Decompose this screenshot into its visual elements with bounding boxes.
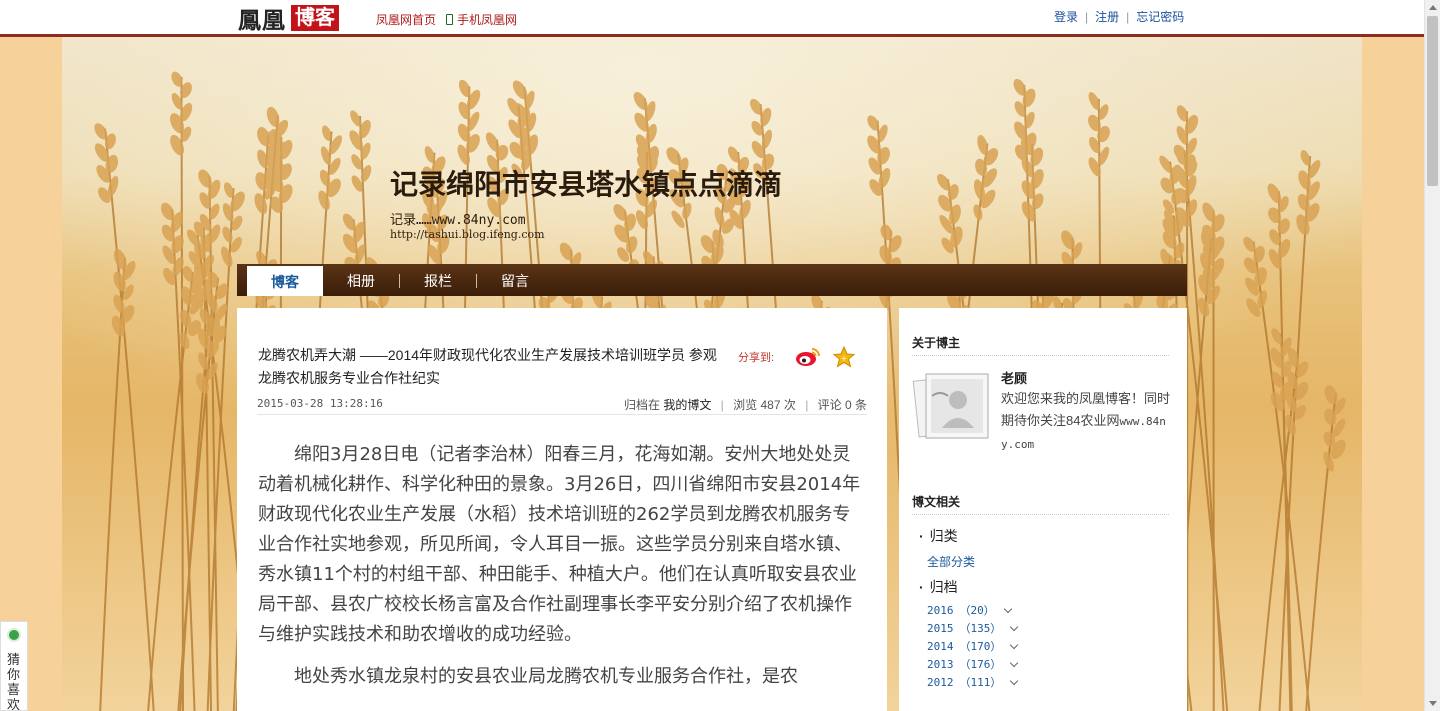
archive-item[interactable]: 2015 （135） [927, 620, 1019, 638]
archive-year: 2015 [927, 622, 954, 635]
article-meta: 2015-03-28 13:28:16 归档在 我的博文 | 浏览 487 次 … [257, 393, 867, 415]
article-paragraph: 地处秀水镇龙泉村的安县农业局龙腾农机专业服务合作社，是农 [294, 666, 798, 687]
register-link[interactable]: 注册 [1095, 8, 1119, 25]
tab-blog[interactable]: 博客 [247, 266, 323, 296]
weibo-icon[interactable] [795, 346, 821, 368]
article-paragraph: 绵阳3月28日电（记者李治林）阳春三月，花海如潮。安州大地处处灵动着机械化耕作、… [258, 444, 861, 645]
sidebar: 关于博主 老顾 欢迎您来我的凤凰博客！同时期待你关注84农业网www.84ny.… [899, 308, 1187, 711]
forgot-password-link[interactable]: 忘记密码 [1136, 8, 1184, 25]
separator: | [720, 398, 724, 412]
logo-main-text: 鳳凰 [238, 7, 286, 34]
archive-heading: 归档 [919, 577, 958, 597]
archive-year: 2012 [927, 676, 954, 689]
all-categories-link[interactable]: 全部分类 [927, 553, 975, 570]
blog-title[interactable]: 记录绵阳市安县塔水镇点点滴滴 [390, 163, 782, 203]
guess-you-like-label: 猜你喜欢 [7, 652, 21, 711]
favorite-star-icon[interactable]: + [833, 346, 855, 368]
archive-item[interactable]: 2014 （170） [927, 638, 1019, 656]
phone-icon [446, 14, 454, 25]
archive-item[interactable]: 2016 （20） [927, 602, 1017, 620]
blog-url: http://tashui.blog.ifeng.com [390, 228, 545, 241]
svg-text:+: + [841, 354, 848, 363]
archive-year: 2014 [927, 640, 954, 653]
top-bar: 鳳凰 博客 凤凰网首页 手机凤凰网 登录 | 注册 | 忘记密码 [0, 0, 1424, 34]
archive-count: （170） [959, 640, 1002, 653]
chevron-down-icon[interactable] [1010, 622, 1019, 632]
chevron-down-icon[interactable] [1003, 604, 1012, 614]
category-link[interactable]: 我的博文 [663, 398, 711, 412]
share-label: 分享到: [738, 352, 775, 364]
about-author-title: 关于博主 [912, 334, 1169, 356]
archive-item[interactable]: 2013 （176） [927, 656, 1019, 674]
chevron-down-icon[interactable] [1010, 676, 1019, 686]
tab-newspaper[interactable]: 报栏 [400, 264, 476, 296]
separator: | [805, 398, 809, 412]
mobile-ifeng-link[interactable]: 手机凤凰网 [446, 11, 517, 28]
avatar-placeholder-icon[interactable] [912, 366, 992, 446]
mobile-ifeng-label: 手机凤凰网 [457, 13, 518, 27]
separator: | [1085, 9, 1089, 24]
article-body: 绵阳3月28日电（记者李治林）阳春三月，花海如潮。安州大地处处灵动着机械化耕作、… [258, 440, 862, 704]
account-links: 登录 | 注册 | 忘记密码 [1054, 8, 1184, 25]
scroll-up-arrow-icon[interactable] [1429, 5, 1437, 10]
chevron-down-icon[interactable] [1010, 640, 1019, 650]
separator: | [1126, 9, 1130, 24]
filed-label: 归档在 [623, 398, 660, 412]
archive-count: （176） [959, 658, 1002, 671]
status-dot-icon [7, 628, 21, 642]
top-links: 凤凰网首页 手机凤凰网 [376, 11, 517, 28]
blog-nav: 博客 相册 报栏 留言 [237, 264, 1187, 296]
archive-year: 2016 [927, 604, 954, 617]
ifeng-blog-logo[interactable]: 鳳凰 博客 [238, 4, 339, 34]
related-posts-title: 博文相关 [912, 493, 1169, 515]
logo-box-text: 博客 [291, 5, 339, 31]
article-panel: 龙腾农机弄大潮 ——2014年财政现代化农业生产发展技术培训班学员 参观龙腾农机… [237, 308, 887, 711]
archive-count: （111） [959, 676, 1002, 689]
article-date: 2015-03-28 13:28:16 [257, 397, 383, 410]
article-title[interactable]: 龙腾农机弄大潮 ——2014年财政现代化农业生产发展技术培训班学员 参观龙腾农机… [258, 344, 728, 390]
comment-count-link[interactable]: 评论 0 条 [818, 398, 867, 412]
scroll-down-arrow-icon[interactable] [1429, 701, 1437, 706]
archive-item[interactable]: 2012 （111） [927, 674, 1019, 692]
archive-count: （20） [959, 604, 995, 617]
archive-year: 2013 [927, 658, 954, 671]
view-count: 浏览 487 次 [733, 398, 796, 412]
scrollbar-thumb[interactable] [1427, 16, 1438, 186]
tab-guestbook[interactable]: 留言 [477, 264, 553, 296]
login-link[interactable]: 登录 [1054, 8, 1078, 25]
category-heading: 归类 [919, 526, 958, 546]
author-name[interactable]: 老顾 [1001, 368, 1027, 387]
blog-description: 记录……www.84ny.com [390, 213, 526, 228]
guess-you-like-widget[interactable]: 猜你喜欢 [0, 621, 28, 711]
article-stats: 归档在 我的博文 | 浏览 487 次 | 评论 0 条 [624, 396, 867, 413]
tab-album[interactable]: 相册 [323, 264, 399, 296]
archive-list: 2016 （20） 2015 （135） 2014 （170） 2013 （176） 2… [927, 602, 1019, 692]
author-intro: 欢迎您来我的凤凰博客！同时期待你关注84农业网www.84ny.com [1001, 388, 1173, 456]
archive-count: （135） [959, 622, 1002, 635]
page-scrollbar[interactable] [1424, 0, 1440, 711]
ifeng-home-link[interactable]: 凤凰网首页 [376, 11, 436, 28]
chevron-down-icon[interactable] [1010, 658, 1019, 668]
